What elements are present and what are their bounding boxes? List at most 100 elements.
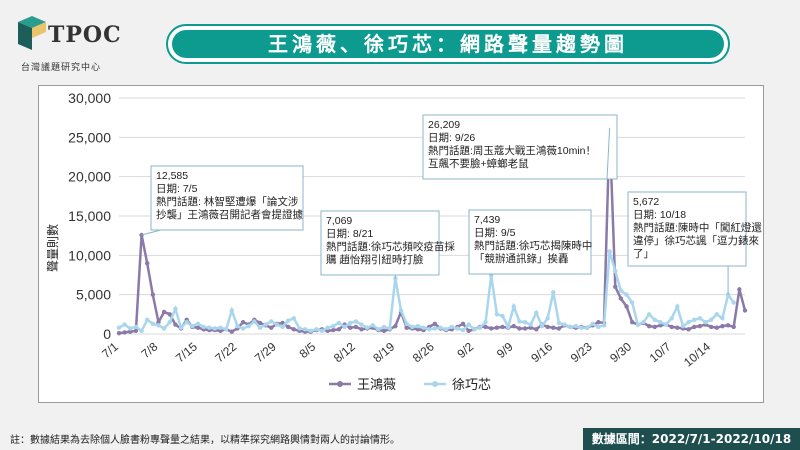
data-point (539, 323, 545, 329)
data-point (663, 322, 669, 327)
data-point (195, 321, 201, 326)
data-point (703, 320, 708, 325)
chart-card: 0 5,000 10,000 15,000 20,000 25,000 30,000 聲量則… (38, 85, 764, 403)
data-point (348, 325, 353, 330)
data-point (144, 261, 150, 266)
y-tick-label: 10,000 (68, 247, 111, 263)
data-point (494, 312, 500, 317)
data-point (257, 325, 263, 330)
x-tick-label: 10/7 (647, 339, 674, 365)
x-tick-label: 9/23 (568, 339, 595, 365)
annotation-text: 5,672 (633, 196, 659, 208)
x-tick-label: 7/15 (173, 339, 200, 365)
data-point (686, 320, 691, 325)
annotation-1: 12,585日期: 7/5熱門話題: 林智堅遭爆「論文涉抄襲」王鴻薇召開記者會提… (141, 165, 304, 236)
data-point (449, 324, 454, 330)
data-point (201, 324, 206, 330)
data-point (342, 324, 347, 330)
data-point (500, 324, 505, 330)
data-point (675, 325, 680, 330)
data-point (708, 324, 714, 330)
data-point (156, 323, 161, 328)
data-point (252, 319, 257, 324)
annotation-text: 了」 (633, 248, 654, 260)
data-point (556, 326, 562, 331)
data-point (567, 324, 573, 330)
data-point (494, 325, 500, 330)
data-point (613, 284, 618, 289)
data-point (336, 327, 342, 332)
data-point (522, 326, 528, 331)
x-tick-label: 7/22 (212, 339, 239, 365)
data-point (291, 316, 297, 321)
data-point (438, 325, 443, 330)
y-tick-label: 25,000 (68, 129, 111, 145)
data-point (545, 324, 550, 330)
data-point (607, 249, 612, 254)
data-point (178, 325, 184, 330)
data-point (432, 326, 438, 331)
data-point (624, 304, 629, 309)
annotation-text: 違停」徐巧芯諷「逗力錶來 (633, 234, 759, 247)
data-point (505, 324, 511, 330)
logo-subtitle: 台灣議題研究中心 (21, 63, 102, 73)
annotation-text: 熱門話題:周玉蔻大戰王鴻薇10min！ (428, 144, 596, 157)
data-point (590, 321, 595, 326)
data-point (150, 292, 156, 297)
footer-note: 註：數據結果為去除個人臉書粉專聲量之結果，以精準探究網路輿情對兩人的討論情形。 (10, 435, 400, 446)
data-point (359, 322, 364, 327)
data-point (528, 322, 533, 327)
y-tick-label: 20,000 (68, 169, 111, 185)
data-point (545, 316, 550, 321)
data-point (133, 324, 139, 330)
data-point (517, 326, 522, 331)
data-point (280, 324, 285, 330)
x-tick-label: 8/5 (297, 339, 319, 361)
data-point (274, 322, 280, 327)
annotation-leader (141, 229, 162, 236)
data-point (584, 325, 590, 330)
data-point (240, 326, 246, 331)
data-point (387, 326, 392, 331)
data-point (477, 325, 483, 330)
data-point (652, 317, 657, 323)
data-point (483, 320, 488, 325)
data-point (618, 288, 624, 293)
data-point (240, 320, 246, 325)
data-point (190, 323, 195, 329)
data-point (641, 320, 646, 325)
data-point (173, 306, 178, 312)
data-point (173, 322, 178, 327)
title-bar: 王鴻薇、徐巧芯：網路聲量趨勢圖 (166, 24, 730, 64)
data-point (686, 327, 691, 332)
data-point (579, 325, 584, 330)
data-point (731, 300, 736, 305)
data-point (596, 320, 601, 325)
data-point (150, 321, 156, 326)
data-point (708, 317, 714, 323)
data-point (195, 325, 201, 330)
data-point (184, 320, 189, 325)
data-point (331, 327, 336, 333)
data-point (472, 327, 477, 332)
data-point (556, 320, 562, 326)
data-point (398, 308, 404, 313)
data-point (714, 325, 720, 330)
annotation-text: 日期: 9/26 (428, 132, 475, 144)
legend-marker (432, 381, 438, 387)
data-point (376, 327, 381, 332)
data-point (246, 323, 251, 329)
data-point (415, 323, 421, 329)
data-point (652, 324, 657, 330)
data-point (302, 327, 308, 332)
data-point (331, 323, 336, 329)
x-tick-label: 9/9 (494, 339, 516, 361)
data-point (720, 316, 725, 321)
logo-text: TPOC (48, 22, 122, 48)
data-point (680, 323, 686, 329)
y-axis-label: 聲量則數 (45, 224, 60, 272)
annotation-4: 7,439日期: 9/5熱門話題:徐巧芯揭陳時中「競辦通訊錄」挨轟 (468, 209, 592, 276)
data-point (500, 313, 505, 319)
data-point (551, 290, 556, 295)
data-point (319, 328, 325, 334)
